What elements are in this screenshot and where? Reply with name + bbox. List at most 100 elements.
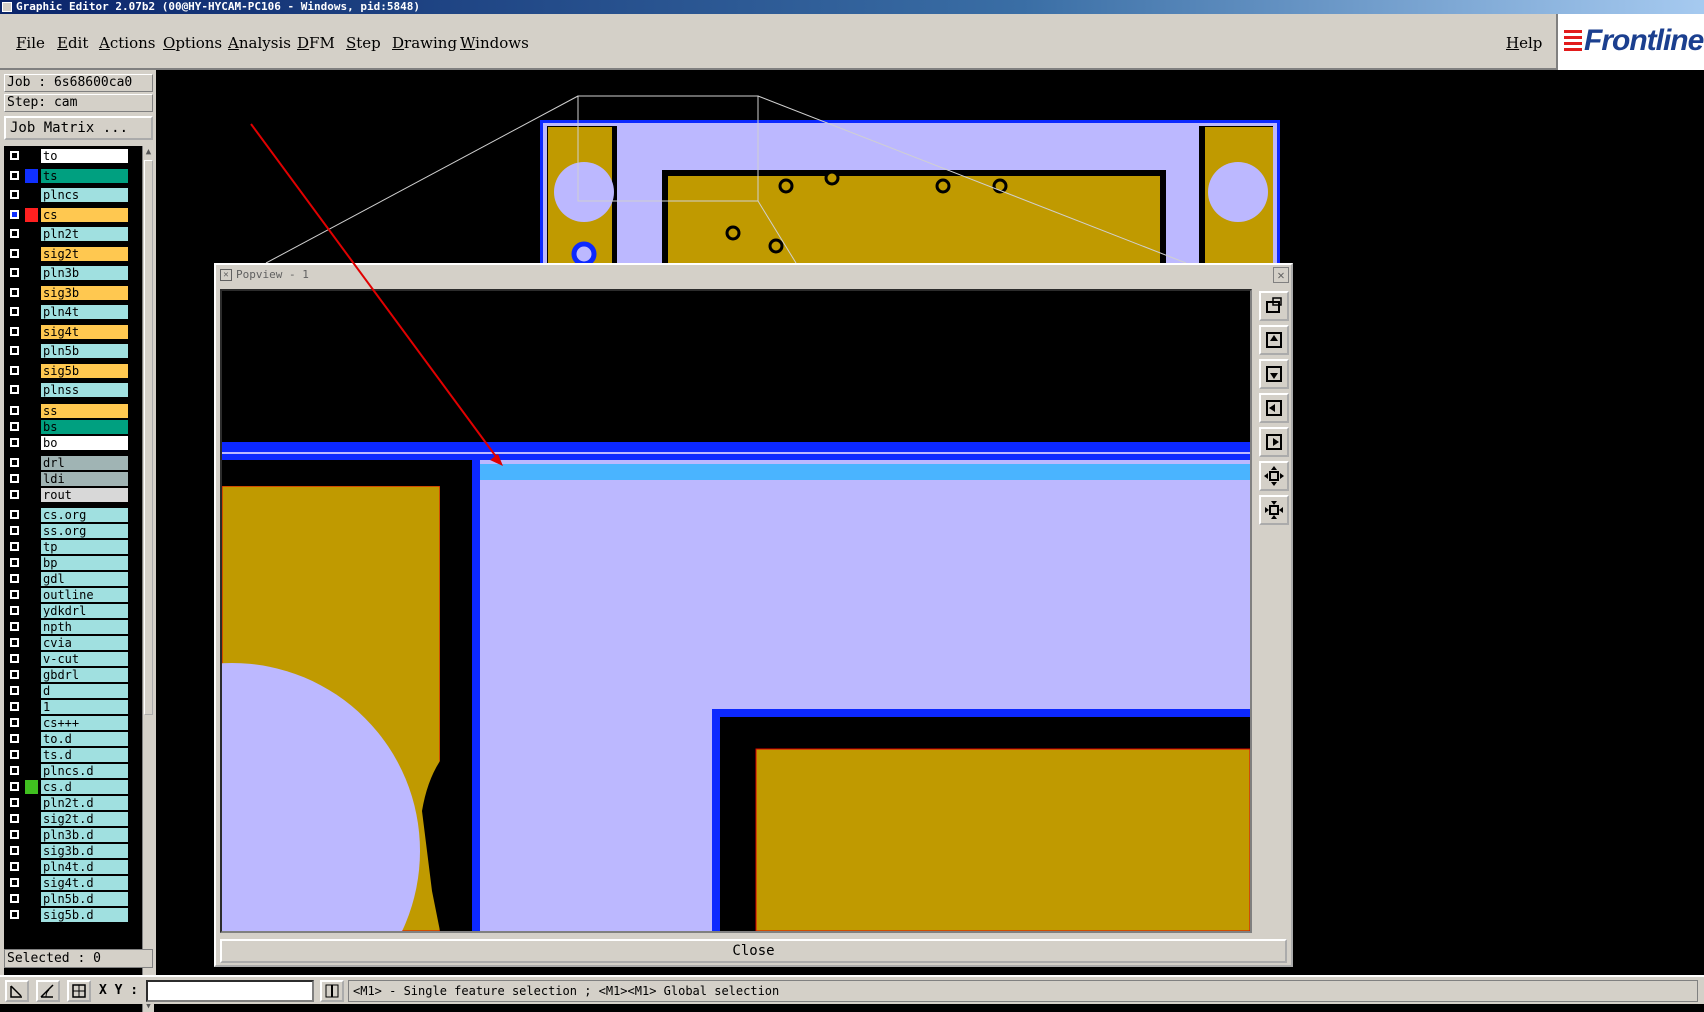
layer-row-pln5b-d[interactable]: pln5b.d (4, 891, 142, 907)
layer-color-swatch[interactable] (25, 383, 38, 397)
layer-color-swatch[interactable] (25, 812, 38, 826)
layer-checkbox[interactable] (10, 526, 19, 535)
layer-color-swatch[interactable] (25, 524, 38, 538)
layer-row-sig4t-d[interactable]: sig4t.d (4, 875, 142, 891)
layer-row-ss-org[interactable]: ss.org (4, 523, 142, 539)
layer-checkbox[interactable] (10, 814, 19, 823)
layer-row-drl[interactable]: drl (4, 455, 142, 471)
layer-checkbox[interactable] (10, 438, 19, 447)
layer-color-swatch[interactable] (25, 246, 38, 261)
pan-down-icon[interactable] (1259, 359, 1289, 389)
layer-row-sig4t[interactable]: sig4t (4, 324, 142, 340)
layer-checkbox[interactable] (10, 170, 19, 180)
layer-checkbox[interactable] (10, 590, 19, 599)
layer-checkbox[interactable] (10, 151, 19, 160)
layer-color-swatch[interactable] (25, 748, 38, 762)
zoom-window-icon[interactable] (1259, 291, 1289, 321)
layer-checkbox[interactable] (10, 422, 19, 431)
layer-checkbox[interactable] (10, 702, 19, 711)
layer-name[interactable]: plncs (41, 188, 128, 202)
layer-name[interactable]: plnss (41, 383, 128, 397)
layer-checkbox[interactable] (10, 798, 19, 807)
grid-tool-icon[interactable] (67, 980, 91, 1002)
layer-color-swatch[interactable] (25, 472, 38, 486)
layer-name[interactable]: sig2t (41, 246, 128, 261)
layer-color-swatch[interactable] (25, 266, 38, 280)
layer-row-plncs-d[interactable]: plncs.d (4, 763, 142, 779)
layer-checkbox[interactable] (10, 830, 19, 839)
layer-row-sig5b[interactable]: sig5b (4, 363, 142, 379)
layer-checkbox[interactable] (10, 718, 19, 727)
layer-row-gdl[interactable]: gdl (4, 571, 142, 587)
layer-checkbox[interactable] (10, 510, 19, 519)
layer-color-swatch[interactable] (25, 207, 38, 222)
layer-color-swatch[interactable] (25, 716, 38, 730)
layer-color-swatch[interactable] (25, 324, 38, 339)
layer-name[interactable]: pln4t (41, 305, 128, 319)
layer-color-swatch[interactable] (25, 508, 38, 522)
layer-checkbox[interactable] (10, 346, 19, 355)
layer-name[interactable]: drl (41, 456, 128, 470)
layer-row-bp[interactable]: bp (4, 555, 142, 571)
snap-toggle-icon[interactable] (320, 980, 344, 1002)
layer-name[interactable]: pln5b.d (41, 892, 128, 906)
layer-checkbox[interactable] (10, 846, 19, 855)
layer-color-swatch[interactable] (25, 684, 38, 698)
layer-checkbox[interactable] (10, 862, 19, 871)
layer-row-sig3b-d[interactable]: sig3b.d (4, 843, 142, 859)
layer-row-pln4t-d[interactable]: pln4t.d (4, 859, 142, 875)
menu-analysis[interactable]: Analysis (228, 34, 291, 52)
job-matrix-button[interactable]: Job Matrix ... (4, 116, 153, 140)
layer-color-swatch[interactable] (25, 305, 38, 319)
layer-row-bo[interactable]: bo (4, 435, 142, 451)
layer-checkbox[interactable] (10, 766, 19, 775)
layer-color-swatch[interactable] (25, 456, 38, 470)
layer-checkbox[interactable] (10, 670, 19, 679)
layer-checkbox[interactable] (10, 654, 19, 663)
layer-row-pln3b-d[interactable]: pln3b.d (4, 827, 142, 843)
layer-name[interactable]: cs.d (41, 780, 128, 794)
layer-color-swatch[interactable] (25, 652, 38, 666)
layer-name[interactable]: ss.org (41, 524, 128, 538)
layer-row-bs[interactable]: bs (4, 419, 142, 435)
pan-up-icon[interactable] (1259, 325, 1289, 355)
layer-name[interactable]: bs (41, 420, 128, 434)
layer-color-swatch[interactable] (25, 700, 38, 714)
layer-row-pln5b[interactable]: pln5b (4, 343, 142, 359)
layer-name[interactable]: outline (41, 588, 128, 602)
layer-checkbox[interactable] (10, 268, 19, 277)
layer-color-swatch[interactable] (25, 844, 38, 858)
layer-checkbox[interactable] (10, 458, 19, 467)
layer-name[interactable]: cs+++ (41, 716, 128, 730)
layer-color-swatch[interactable] (25, 876, 38, 890)
layer-name[interactable]: sig2t.d (41, 812, 128, 826)
menu-file[interactable]: File (16, 34, 45, 52)
layer-row-cs[interactable]: cs (4, 207, 142, 223)
layer-row-sig2t[interactable]: sig2t (4, 246, 142, 262)
layer-name[interactable]: pln4t.d (41, 860, 128, 874)
xy-coordinate-input[interactable] (146, 980, 314, 1002)
layer-name[interactable]: pln3b (41, 266, 128, 280)
layer-checkbox[interactable] (10, 606, 19, 615)
layer-checkbox[interactable] (10, 542, 19, 551)
layer-checkbox[interactable] (10, 734, 19, 743)
layer-row-pln4t[interactable]: pln4t (4, 304, 142, 320)
layer-row-sig5b-d[interactable]: sig5b.d (4, 907, 142, 923)
layer-color-swatch[interactable] (25, 149, 38, 163)
layer-checkbox[interactable] (10, 638, 19, 647)
layer-row-npth[interactable]: npth (4, 619, 142, 635)
layer-name[interactable]: plncs.d (41, 764, 128, 778)
popview-view[interactable] (220, 289, 1252, 933)
layer-checkbox[interactable] (10, 910, 19, 919)
layer-checkbox[interactable] (10, 406, 19, 415)
scroll-up-icon[interactable]: ▲ (143, 146, 154, 158)
layer-color-swatch[interactable] (25, 604, 38, 618)
layer-name[interactable]: to (41, 149, 128, 163)
layer-name[interactable]: pln2t (41, 227, 128, 241)
layer-name[interactable]: cvia (41, 636, 128, 650)
layer-row-cvia[interactable]: cvia (4, 635, 142, 651)
layer-name[interactable]: cs (41, 207, 128, 222)
layer-color-swatch[interactable] (25, 363, 38, 378)
layer-row-ts-d[interactable]: ts.d (4, 747, 142, 763)
layer-row-outline[interactable]: outline (4, 587, 142, 603)
